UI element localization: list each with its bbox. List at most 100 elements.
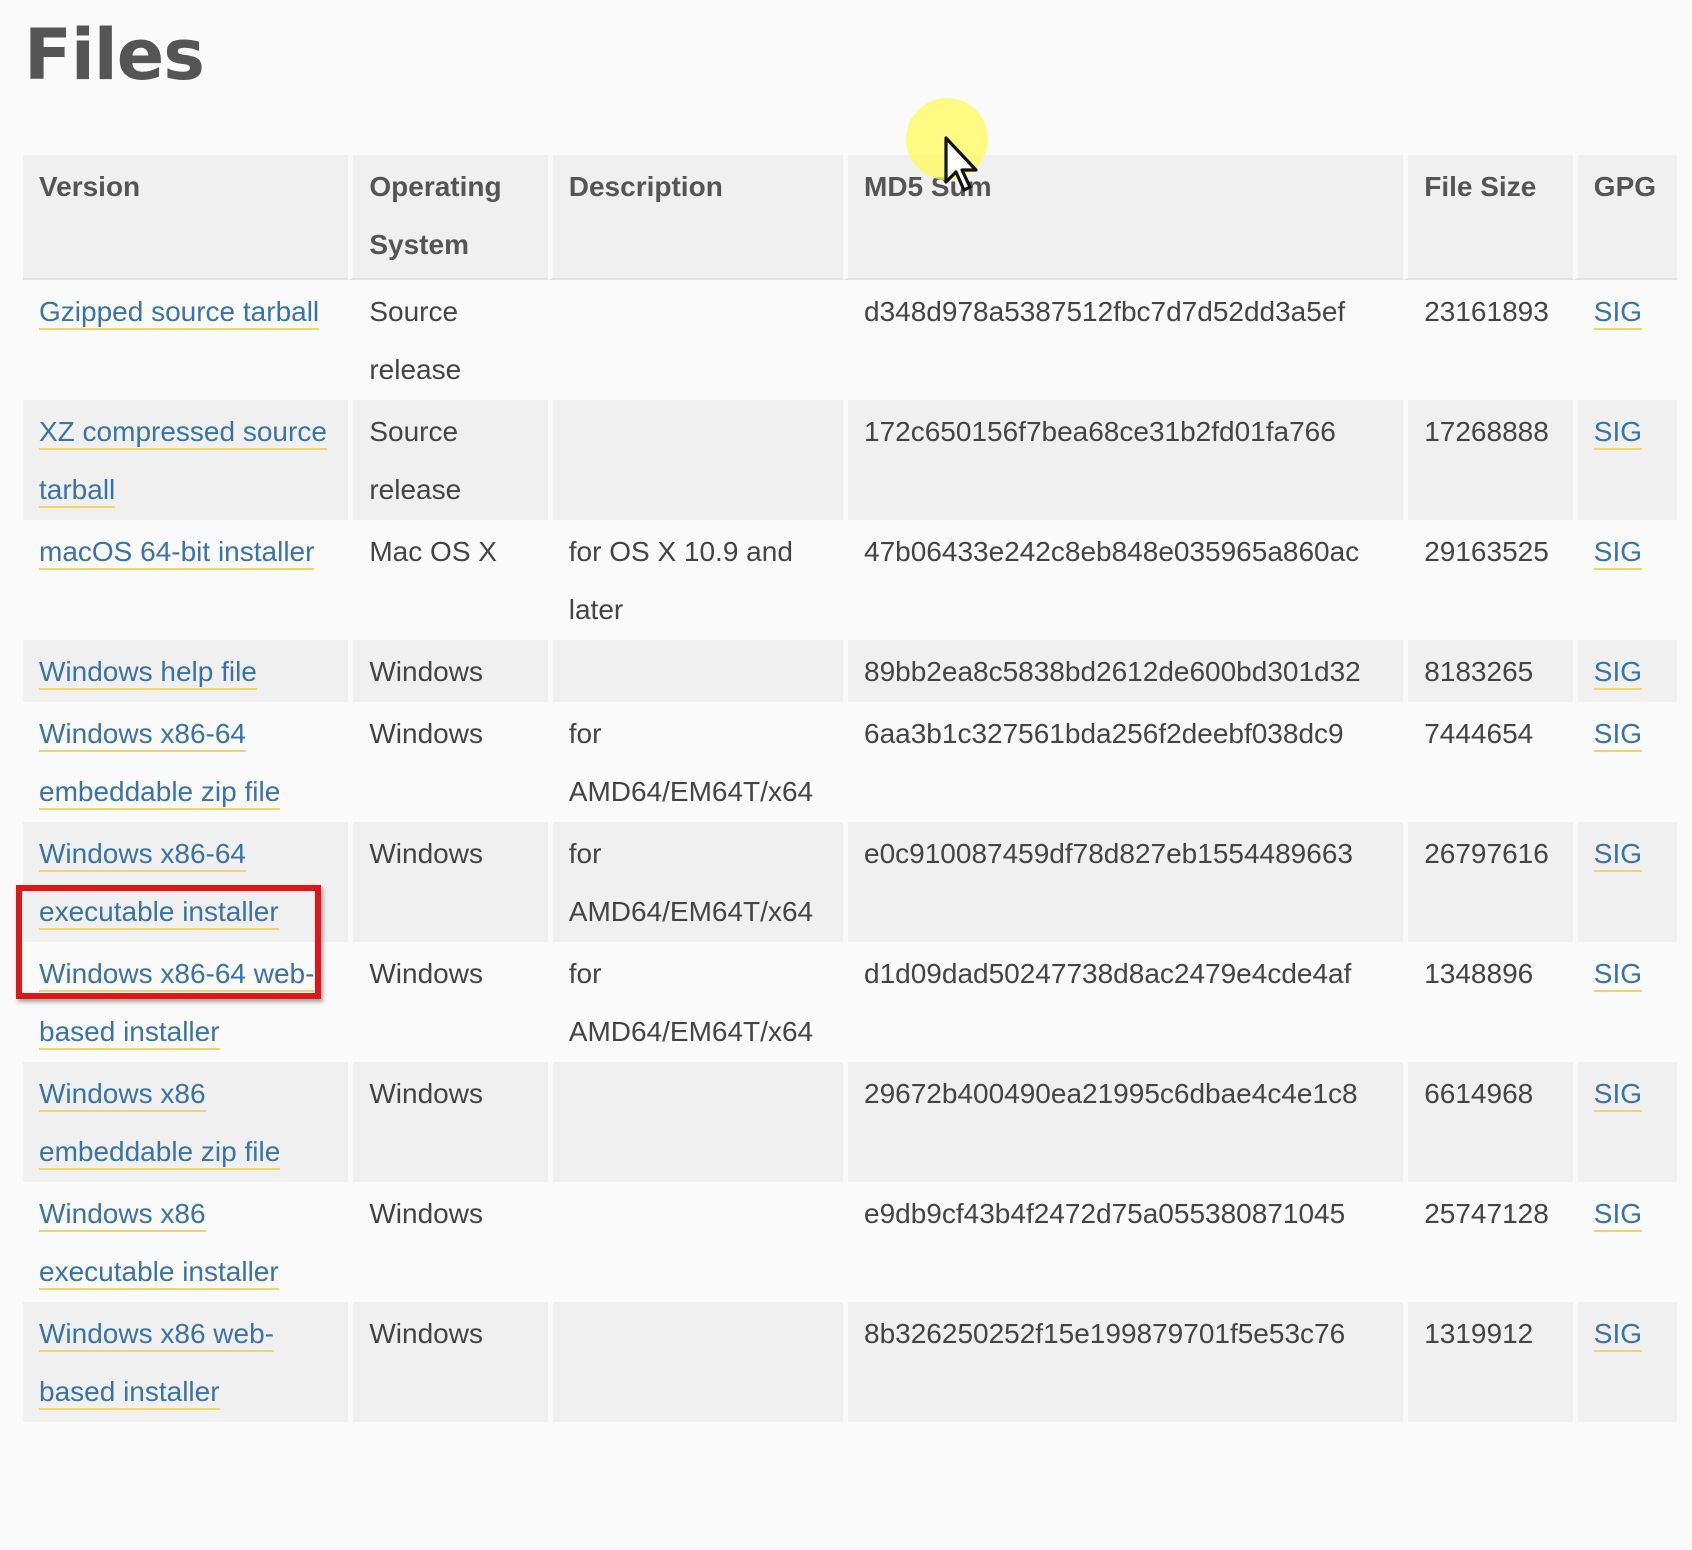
version-link[interactable]: Gzipped source tarball [39, 296, 320, 330]
description-cell [547, 400, 844, 520]
table-row: Windows x86-64 executable installer Windo… [23, 822, 1677, 942]
md5-sum-cell: 8b326250252f15e199879701f5e53c76 [843, 1302, 1404, 1422]
gpg-signature-link[interactable]: SIG [1593, 536, 1643, 570]
operating-system-text: Source release [369, 296, 462, 385]
table-row: Windows help file Windows 89bb2ea8c5838bd2… [23, 640, 1677, 702]
md5-sum-text: 6aa3b1c327561bda256f2deebf038dc9 [864, 718, 1344, 749]
gpg-signature-link[interactable]: SIG [1593, 1198, 1643, 1232]
description-cell: for AMD64/EM64T/x64 [547, 942, 844, 1062]
version-cell: XZ compressed source tarball [23, 400, 349, 520]
gpg-signature-link[interactable]: SIG [1593, 656, 1643, 690]
file-size-text: 6614968 [1424, 1078, 1534, 1109]
file-size-cell: 17268888 [1403, 400, 1573, 520]
file-size-text: 23161893 [1424, 296, 1549, 327]
table-row: Windows x86 web-based installer Windows 8b… [23, 1302, 1677, 1422]
version-link[interactable]: Windows x86-64 web-based installer [39, 958, 315, 1050]
version-link[interactable]: Windows help file [39, 656, 257, 690]
gpg-signature-link[interactable]: SIG [1593, 296, 1643, 330]
description-text: for AMD64/EM64T/x64 [568, 838, 814, 927]
md5-sum-text: 172c650156f7bea68ce31b2fd01fa766 [864, 416, 1336, 447]
description-text: for OS X 10.9 and later [568, 536, 793, 625]
file-size-cell: 7444654 [1403, 702, 1573, 822]
files-table-header: Version Operating System Description MD5… [23, 155, 1677, 280]
md5-sum-text: 47b06433e242c8eb848e035965a860ac [864, 536, 1360, 567]
gpg-signature-cell: SIG [1572, 400, 1677, 520]
md5-sum-cell: 6aa3b1c327561bda256f2deebf038dc9 [843, 702, 1404, 822]
header-file-size: File Size [1403, 155, 1573, 280]
operating-system-text: Windows [369, 1198, 483, 1229]
table-row: Windows x86 executable installer Windows e… [23, 1182, 1677, 1302]
md5-sum-text: d348d978a5387512fbc7d7d52dd3a5ef [864, 296, 1346, 327]
version-cell: Windows x86-64 executable installer [23, 822, 349, 942]
version-link[interactable]: Windows x86 web-based installer [39, 1318, 274, 1410]
gpg-signature-link[interactable]: SIG [1593, 1318, 1643, 1352]
operating-system-cell: Windows [348, 640, 548, 702]
version-cell: Windows x86-64 web-based installer [23, 942, 349, 1062]
version-link[interactable]: Windows x86 executable installer [39, 1198, 279, 1290]
header-description: Description [547, 155, 844, 280]
description-cell [547, 1182, 844, 1302]
description-cell: for AMD64/EM64T/x64 [547, 702, 844, 822]
md5-sum-cell: d1d09dad50247738d8ac2479e4cde4af [843, 942, 1404, 1062]
operating-system-cell: Mac OS X [348, 520, 548, 640]
gpg-signature-link[interactable]: SIG [1593, 838, 1643, 872]
operating-system-cell: Windows [348, 1182, 548, 1302]
operating-system-text: Source release [369, 416, 462, 505]
header-version: Version [23, 155, 349, 280]
file-size-cell: 25747128 [1403, 1182, 1573, 1302]
version-link[interactable]: XZ compressed source tarball [39, 416, 327, 508]
md5-sum-cell: 47b06433e242c8eb848e035965a860ac [843, 520, 1404, 640]
md5-sum-cell: 89bb2ea8c5838bd2612de600bd301d32 [843, 640, 1404, 702]
file-size-cell: 1319912 [1403, 1302, 1573, 1422]
operating-system-text: Windows [369, 1078, 483, 1109]
md5-sum-cell: e9db9cf43b4f2472d75a055380871045 [843, 1182, 1404, 1302]
gpg-signature-cell: SIG [1572, 942, 1677, 1062]
table-row: Gzipped source tarball Source release d348… [23, 280, 1677, 400]
gpg-signature-cell: SIG [1572, 1302, 1677, 1422]
md5-sum-text: d1d09dad50247738d8ac2479e4cde4af [864, 958, 1352, 989]
table-row: Windows x86-64 web-based installer Window… [23, 942, 1677, 1062]
version-link[interactable]: Windows x86-64 embeddable zip file [39, 718, 281, 810]
version-link[interactable]: Windows x86-64 executable installer [39, 838, 279, 930]
file-size-text: 8183265 [1424, 656, 1534, 687]
operating-system-text: Windows [369, 1318, 483, 1349]
md5-sum-cell: d348d978a5387512fbc7d7d52dd3a5ef [843, 280, 1404, 400]
operating-system-text: Windows [369, 656, 483, 687]
version-link[interactable]: Windows x86 embeddable zip file [39, 1078, 281, 1170]
file-size-cell: 23161893 [1403, 280, 1573, 400]
gpg-signature-link[interactable]: SIG [1593, 958, 1643, 992]
gpg-signature-cell: SIG [1572, 822, 1677, 942]
md5-sum-cell: 29672b400490ea21995c6dbae4c4e1c8 [843, 1062, 1404, 1182]
file-size-text: 1319912 [1424, 1318, 1534, 1349]
operating-system-text: Windows [369, 838, 483, 869]
description-cell [547, 1302, 844, 1422]
version-cell: Windows x86 web-based installer [23, 1302, 349, 1422]
description-text: for AMD64/EM64T/x64 [568, 958, 814, 1047]
md5-sum-text: e9db9cf43b4f2472d75a055380871045 [864, 1198, 1346, 1229]
md5-sum-text: 29672b400490ea21995c6dbae4c4e1c8 [864, 1078, 1358, 1109]
table-row: Windows x86-64 embeddable zip file Window… [23, 702, 1677, 822]
gpg-signature-cell: SIG [1572, 702, 1677, 822]
version-cell: Gzipped source tarball [23, 280, 349, 400]
gpg-signature-link[interactable]: SIG [1593, 416, 1643, 450]
gpg-signature-link[interactable]: SIG [1593, 1078, 1643, 1112]
file-size-text: 29163525 [1424, 536, 1549, 567]
files-table: Version Operating System Description MD5… [23, 155, 1677, 1422]
description-cell [547, 1062, 844, 1182]
description-cell [547, 280, 844, 400]
gpg-signature-link[interactable]: SIG [1593, 718, 1643, 752]
md5-sum-cell: 172c650156f7bea68ce31b2fd01fa766 [843, 400, 1404, 520]
table-row: macOS 64-bit installer Mac OS X for OS X 1… [23, 520, 1677, 640]
operating-system-text: Windows [369, 718, 483, 749]
gpg-signature-cell: SIG [1572, 280, 1677, 400]
file-size-text: 17268888 [1424, 416, 1549, 447]
description-text: for AMD64/EM64T/x64 [568, 718, 814, 807]
version-link[interactable]: macOS 64-bit installer [39, 536, 315, 570]
gpg-signature-cell: SIG [1572, 1182, 1677, 1302]
version-cell: Windows x86-64 embeddable zip file [23, 702, 349, 822]
gpg-signature-cell: SIG [1572, 520, 1677, 640]
table-row: Windows x86 embeddable zip file Windows 29… [23, 1062, 1677, 1182]
description-cell [547, 640, 844, 702]
operating-system-cell: Windows [348, 1062, 548, 1182]
header-md5-sum: MD5 Sum [843, 155, 1404, 280]
